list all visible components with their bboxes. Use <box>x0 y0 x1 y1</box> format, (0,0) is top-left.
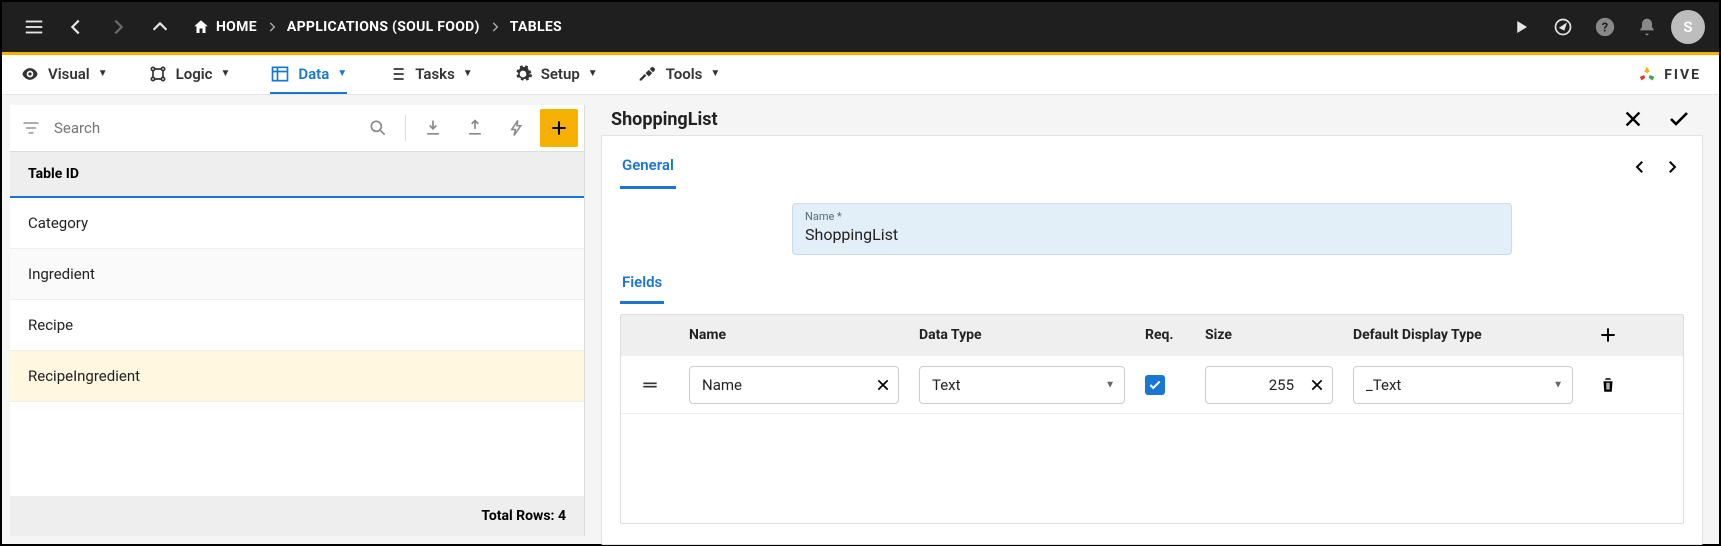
eye-icon <box>20 64 40 84</box>
bolt-icon[interactable] <box>498 109 536 147</box>
breadcrumb-applications[interactable]: APPLICATIONS (SOUL FOOD) <box>287 19 480 35</box>
col-display: Default Display Type <box>1343 327 1583 343</box>
divider <box>405 115 406 141</box>
table-icon <box>270 64 290 84</box>
chevron-right-icon <box>265 20 279 34</box>
nav-logic-label: Logic <box>176 65 213 83</box>
nav-visual-label: Visual <box>48 65 90 83</box>
breadcrumb-tables[interactable]: TABLES <box>510 19 562 35</box>
footer-count: 4 <box>558 508 566 524</box>
delete-field-button[interactable] <box>1583 376 1633 394</box>
dropdown-icon: ▼ <box>220 68 230 79</box>
footer-label: Total Rows: <box>481 508 554 524</box>
five-logo-icon <box>1636 64 1658 86</box>
nav-logic[interactable]: Logic ▼ <box>148 56 231 94</box>
col-name: Name <box>679 327 909 343</box>
dropdown-icon: ▼ <box>463 68 473 79</box>
fields-grid: Name Data Type Req. Size Default Display… <box>620 314 1684 524</box>
detail-title: ShoppingList <box>611 109 718 130</box>
field-req-checkbox[interactable] <box>1145 375 1165 395</box>
close-icon[interactable] <box>1619 105 1647 133</box>
gear-icon <box>513 64 533 84</box>
logic-icon <box>148 64 168 84</box>
field-display-select[interactable] <box>1353 366 1573 404</box>
search-icon[interactable] <box>359 109 397 147</box>
tab-general[interactable]: General <box>620 144 676 189</box>
list-item[interactable]: RecipeIngredient <box>10 351 584 402</box>
nav-tools-label: Tools <box>666 65 703 83</box>
tab-prev-icon[interactable] <box>1628 155 1652 179</box>
nav-tasks[interactable]: Tasks ▼ <box>387 56 473 94</box>
help-icon[interactable]: ? <box>1587 9 1623 45</box>
nav-tools[interactable]: Tools ▼ <box>638 56 721 94</box>
back-icon[interactable] <box>58 9 94 45</box>
dropdown-icon: ▼ <box>337 68 347 79</box>
nav-tasks-label: Tasks <box>415 65 455 83</box>
name-field[interactable]: Name * ShoppingList <box>792 203 1512 255</box>
table-list: Category Ingredient Recipe RecipeIngredi… <box>10 198 584 496</box>
nav-setup-label: Setup <box>541 65 580 83</box>
add-button[interactable] <box>540 109 578 147</box>
clear-icon[interactable] <box>875 377 891 393</box>
section-fields[interactable]: Fields <box>620 255 664 304</box>
breadcrumb-home-label: HOME <box>216 19 257 35</box>
tab-next-icon[interactable] <box>1660 155 1684 179</box>
menu-icon[interactable] <box>16 9 52 45</box>
dropdown-icon: ▼ <box>98 68 108 79</box>
forward-icon <box>100 9 136 45</box>
drag-handle-icon[interactable] <box>621 375 679 395</box>
dropdown-icon[interactable]: ▼ <box>1553 379 1563 390</box>
filter-icon[interactable] <box>16 113 46 143</box>
list-header: Table ID <box>10 151 584 198</box>
col-req: Req. <box>1135 327 1195 343</box>
dropdown-icon[interactable]: ▼ <box>1105 379 1115 390</box>
field-row: ▼ <box>621 355 1683 413</box>
breadcrumb-home[interactable]: HOME <box>192 18 257 36</box>
list-icon <box>387 64 407 84</box>
col-size: Size <box>1195 327 1343 343</box>
export-icon[interactable] <box>456 109 494 147</box>
add-field-button[interactable] <box>1583 325 1633 345</box>
tools-icon <box>638 64 658 84</box>
import-icon[interactable] <box>414 109 452 147</box>
dropdown-icon: ▼ <box>588 68 598 79</box>
bell-icon[interactable] <box>1629 9 1665 45</box>
field-name-input[interactable] <box>689 366 899 404</box>
search-input[interactable] <box>50 113 355 143</box>
brand-logo: FIVE <box>1636 64 1701 86</box>
grid-empty-area <box>621 413 1683 523</box>
list-item[interactable]: Ingredient <box>10 249 584 300</box>
compass-icon[interactable] <box>1545 9 1581 45</box>
check-icon[interactable] <box>1665 105 1693 133</box>
clear-icon[interactable] <box>1309 377 1325 393</box>
svg-text:?: ? <box>1602 21 1608 36</box>
chevron-right-icon <box>488 20 502 34</box>
up-icon[interactable] <box>142 9 178 45</box>
list-footer: Total Rows: 4 <box>10 496 584 536</box>
avatar-initial: S <box>1683 18 1692 36</box>
nav-data[interactable]: Data ▼ <box>270 56 347 94</box>
play-icon[interactable] <box>1503 9 1539 45</box>
name-field-value: ShoppingList <box>805 225 1499 244</box>
nav-data-label: Data <box>298 65 329 83</box>
breadcrumb: HOME APPLICATIONS (SOUL FOOD) TABLES <box>192 18 562 36</box>
field-datatype-select[interactable] <box>919 366 1125 404</box>
brand-label: FIVE <box>1664 67 1701 83</box>
name-field-label: Name * <box>805 210 1499 223</box>
col-datatype: Data Type <box>909 327 1135 343</box>
list-item[interactable]: Recipe <box>10 300 584 351</box>
nav-setup[interactable]: Setup ▼ <box>513 56 598 94</box>
list-item[interactable]: Category <box>10 198 584 249</box>
avatar[interactable]: S <box>1671 10 1705 44</box>
nav-visual[interactable]: Visual ▼ <box>20 56 108 94</box>
dropdown-icon: ▼ <box>710 68 720 79</box>
